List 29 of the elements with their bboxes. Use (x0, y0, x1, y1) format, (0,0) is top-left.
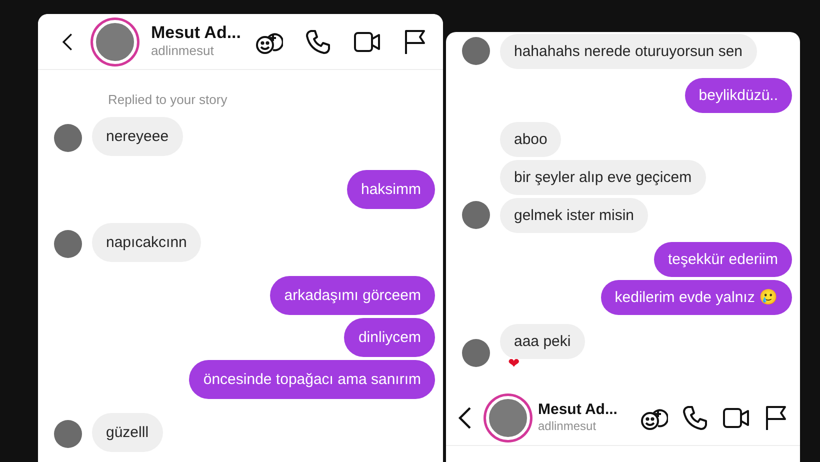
message-bubble: kedilerim evde yalnız 🥲 (600, 280, 792, 315)
contact-name: Mesut Ad... (150, 22, 241, 44)
message-bubble: beylikdüzü.. (684, 78, 792, 113)
message-bubble: hahahahs nerede oturuyorsun sen (500, 34, 757, 69)
message-bubble: haksimm (346, 170, 435, 209)
video-camera-icon[interactable] (353, 30, 381, 54)
flag-icon[interactable] (403, 28, 427, 54)
back-icon[interactable] (458, 406, 472, 430)
message-bubble: napıcakcınn (92, 223, 201, 262)
message-bubble: güzelll (92, 413, 163, 452)
message-bubble: aboo (500, 122, 562, 157)
message-bubble: nereyeee (92, 117, 183, 156)
phone-icon[interactable] (682, 404, 708, 430)
message-bubble: aaa peki (500, 324, 585, 359)
replied-to-story-note: Replied to your story (107, 91, 228, 109)
profile-avatar[interactable] (92, 20, 137, 64)
contact-name: Mesut Ad... (538, 400, 618, 419)
message-bubble: arkadaşımı görceem (270, 276, 435, 315)
phone-icon[interactable] (305, 28, 331, 54)
profile-avatar[interactable] (486, 396, 530, 440)
flag-icon[interactable] (764, 404, 788, 430)
message-bubble: gelmek ister misin (500, 198, 648, 233)
contact-username: adlinmesut (150, 43, 215, 60)
contact-username: adlinmesut (538, 418, 598, 434)
message-bubble: teşekkür ederiim (654, 242, 792, 277)
message-bubble: dinliycem (344, 318, 435, 357)
message-bubble: öncesinde topağacı ama sanırım (189, 360, 435, 399)
message-bubble: bir şeyler alıp eve geçicem (500, 160, 706, 195)
video-camera-icon[interactable] (722, 406, 750, 430)
